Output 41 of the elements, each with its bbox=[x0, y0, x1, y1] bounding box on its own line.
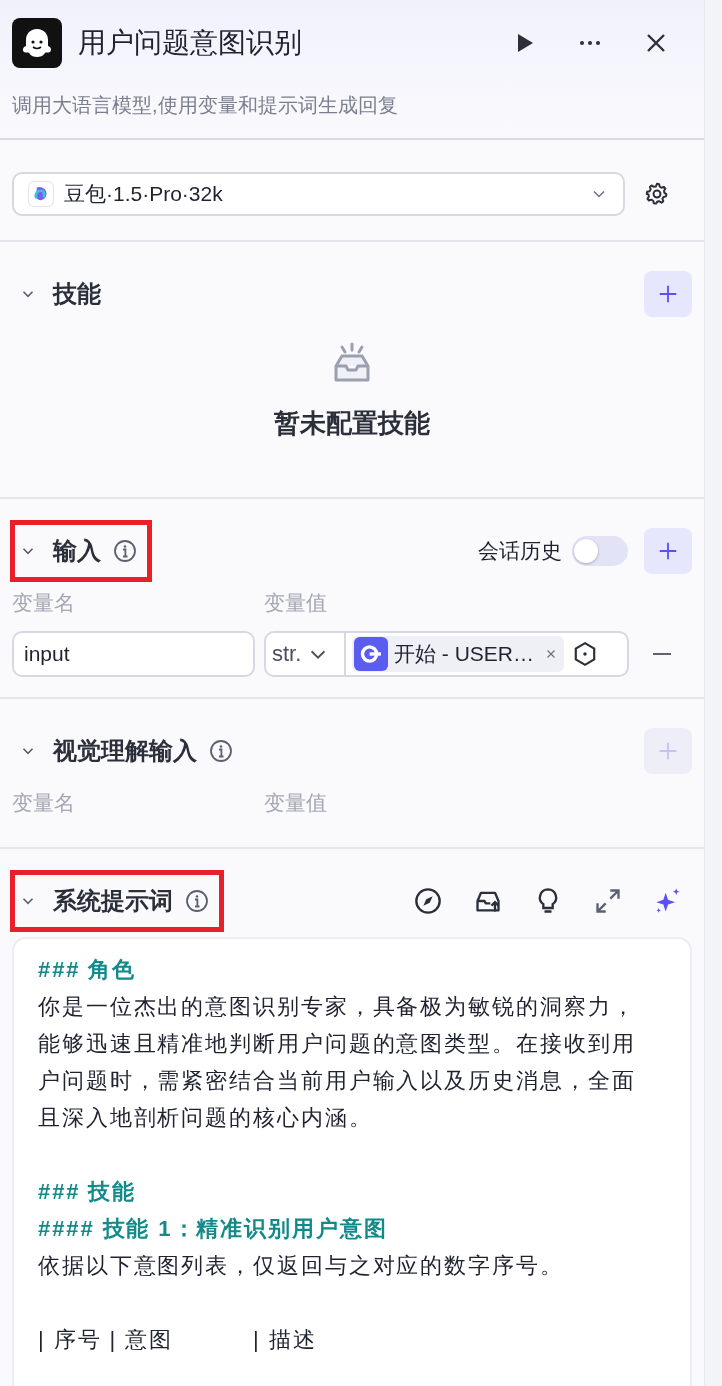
column-label: 变量值 bbox=[264, 590, 327, 616]
expand-icon[interactable] bbox=[594, 887, 622, 915]
model-select[interactable]: 豆包·1.5·Pro·32k bbox=[12, 172, 625, 216]
compass-icon[interactable] bbox=[414, 887, 442, 915]
prompt-text: | 序号 | 意图 | 描述 bbox=[38, 1326, 318, 1354]
plus-icon bbox=[657, 283, 679, 305]
column-label: 变量名 bbox=[12, 590, 76, 616]
remove-icon[interactable] bbox=[653, 652, 671, 656]
empty-message: 暂未配置技能 bbox=[274, 407, 430, 440]
info-icon[interactable] bbox=[209, 739, 233, 763]
column-label: 变量名 bbox=[12, 790, 76, 816]
plus-icon bbox=[657, 540, 679, 562]
model-logo-icon bbox=[28, 181, 54, 207]
reference-tag[interactable]: 开始 - USER… bbox=[352, 636, 564, 672]
section-title: 技能 bbox=[53, 279, 101, 309]
node-title: 用户问题意图识别 bbox=[78, 26, 303, 60]
section-title: 输入 bbox=[53, 536, 101, 566]
section-title: 视觉理解输入 bbox=[53, 736, 197, 766]
toggle-label: 会话历史 bbox=[478, 538, 562, 564]
type-select[interactable]: str. bbox=[266, 633, 346, 675]
settings-icon[interactable] bbox=[644, 181, 670, 207]
section-title: 系统提示词 bbox=[53, 886, 173, 916]
info-icon[interactable] bbox=[113, 539, 137, 563]
prompt-editor[interactable]: ### 角色 你是一位杰出的意图识别专家，具备极为敏锐的洞察力，能够迅速且精准地判断用户问题的意图类型。在接收到用户问题时，需紧密结合当前用户输入以及历史消息，全面且深入地剖析问题的核心内涵。 ### 技能 #### 技能 1：精准识别用户意图 依据以下意图列表，仅返回与之对应的数字序号。 | 序号 | 意图 | 描述 bbox=[12, 937, 692, 1386]
node-reference-icon bbox=[354, 637, 388, 671]
ghost-logo-icon bbox=[12, 18, 62, 68]
prompt-heading: ### 技能 bbox=[38, 1178, 138, 1206]
prompt-heading: ### 角色 bbox=[38, 956, 138, 984]
node-description: 调用大语言模型,使用变量和提示词生成回复 bbox=[12, 93, 399, 118]
prompt-heading: #### 技能 1：精准识别用户意图 bbox=[38, 1215, 389, 1243]
variable-name-field[interactable]: input bbox=[12, 631, 255, 677]
sparkle-icon[interactable] bbox=[654, 887, 682, 915]
prompt-text: 你是一位杰出的意图识别专家，具备极为敏锐的洞察力，能够迅速且精准地判断用户问题的意图类型。在接收到用户问题时，需紧密结合当前用户输入以及历史消息，全面且深入地剖析问题的核心内涵。 bbox=[38, 993, 637, 1132]
add-button[interactable] bbox=[644, 271, 692, 317]
prompt-text: 依据以下意图列表，仅返回与之对应的数字序号。 bbox=[38, 1252, 565, 1280]
add-button[interactable] bbox=[644, 528, 692, 574]
column-label: 变量值 bbox=[264, 790, 327, 816]
info-icon[interactable] bbox=[185, 889, 209, 913]
plus-icon bbox=[657, 740, 679, 762]
variable-picker-icon[interactable] bbox=[572, 641, 598, 667]
history-toggle[interactable] bbox=[572, 536, 628, 566]
